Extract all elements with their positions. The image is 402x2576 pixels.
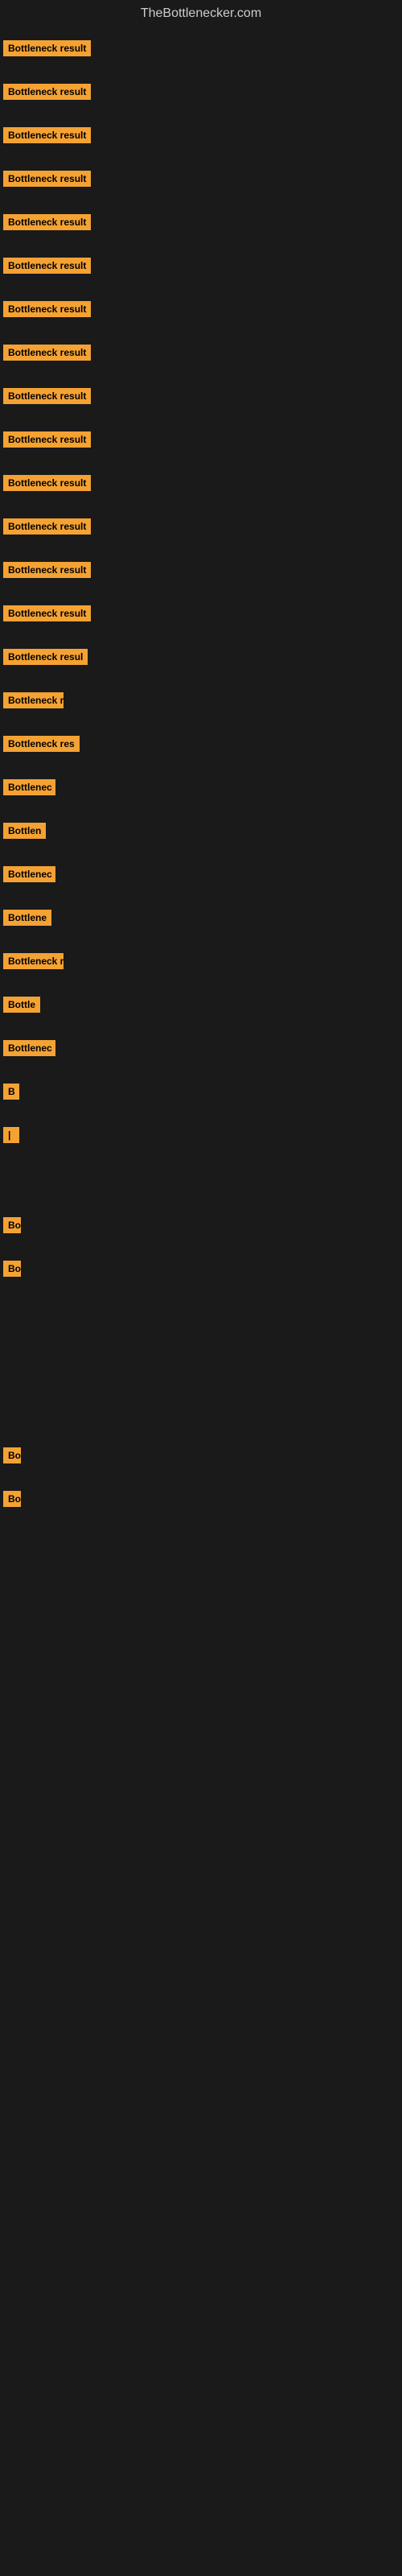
list-item: Bottleneck result (0, 122, 402, 148)
bottleneck-badge[interactable]: Bo (3, 1261, 21, 1277)
list-item: Bottleneck result (0, 79, 402, 105)
list-item: Bottleneck result (0, 209, 402, 235)
bottleneck-badge[interactable]: Bottleneck result (3, 475, 91, 491)
bottleneck-badge[interactable]: Bo (3, 1447, 21, 1463)
bottleneck-badge[interactable]: Bottlenec (3, 866, 55, 882)
bottleneck-badge[interactable]: Bottlene (3, 910, 51, 926)
list-item: Bottle (0, 992, 402, 1018)
list-item: Bottleneck result (0, 340, 402, 365)
list-item: Bottleneck result (0, 166, 402, 192)
bottleneck-badge[interactable]: Bottleneck result (3, 605, 91, 621)
bottleneck-badge[interactable]: Bottlenec (3, 779, 55, 795)
bottleneck-badge[interactable]: Bottleneck result (3, 171, 91, 187)
list-item: Bottleneck result (0, 35, 402, 61)
list-item: Bo (0, 1256, 402, 1282)
bottleneck-badge[interactable]: Bottleneck result (3, 388, 91, 404)
site-title-bar: TheBottlenecker.com (0, 0, 402, 27)
bottleneck-badge[interactable]: Bottleneck result (3, 40, 91, 56)
list-item: Bottleneck result (0, 296, 402, 322)
bottleneck-badge[interactable]: Bo (3, 1491, 21, 1507)
bottleneck-badge[interactable]: Bottle (3, 997, 40, 1013)
list-item: Bo (0, 1212, 402, 1238)
bottleneck-badge[interactable]: | (3, 1127, 19, 1143)
list-item: Bottleneck r (0, 948, 402, 974)
bottleneck-badge[interactable]: B (3, 1084, 19, 1100)
list-item: Bottleneck result (0, 514, 402, 539)
list-item: Bottlenec (0, 1035, 402, 1061)
list-item: Bottlen (0, 818, 402, 844)
bottleneck-badge[interactable]: Bottleneck result (3, 301, 91, 317)
bottleneck-badge[interactable]: Bottlenec (3, 1040, 55, 1056)
bottleneck-badge[interactable]: Bottleneck result (3, 431, 91, 448)
results-container: Bottleneck result Bottleneck result Bottle… (0, 35, 402, 1512)
list-item: Bottlene (0, 905, 402, 931)
bottleneck-badge[interactable]: Bottleneck result (3, 345, 91, 361)
bottleneck-badge[interactable]: Bottleneck result (3, 214, 91, 230)
list-item: Bo (0, 1443, 402, 1468)
site-title: TheBottlenecker.com (0, 0, 402, 27)
list-item: Bottleneck result (0, 427, 402, 452)
list-item: Bo (0, 1486, 402, 1512)
bottleneck-badge[interactable]: Bottlen (3, 823, 46, 839)
bottleneck-badge[interactable]: Bottleneck resul (3, 649, 88, 665)
list-item: Bottleneck res (0, 731, 402, 757)
list-item: Bottleneck resul (0, 644, 402, 670)
list-item: Bottleneck result (0, 470, 402, 496)
bottleneck-badge[interactable]: Bottleneck res (3, 736, 80, 752)
bottleneck-badge[interactable]: Bo (3, 1217, 21, 1233)
bottleneck-badge[interactable]: Bottleneck result (3, 84, 91, 100)
list-item: Bottleneck result (0, 253, 402, 279)
list-item: Bottlenec (0, 774, 402, 800)
bottleneck-badge[interactable]: Bottleneck r (3, 692, 64, 708)
list-item: Bottleneck result (0, 557, 402, 583)
bottleneck-badge[interactable]: Bottleneck result (3, 127, 91, 143)
list-item: Bottleneck result (0, 601, 402, 626)
bottleneck-badge[interactable]: Bottleneck r (3, 953, 64, 969)
list-item: Bottleneck r (0, 687, 402, 713)
list-item: Bottlenec (0, 861, 402, 887)
bottleneck-badge[interactable]: Bottleneck result (3, 258, 91, 274)
bottleneck-badge[interactable]: Bottleneck result (3, 562, 91, 578)
list-item: | (0, 1122, 402, 1148)
list-item: B (0, 1079, 402, 1104)
bottleneck-badge[interactable]: Bottleneck result (3, 518, 91, 535)
list-item: Bottleneck result (0, 383, 402, 409)
